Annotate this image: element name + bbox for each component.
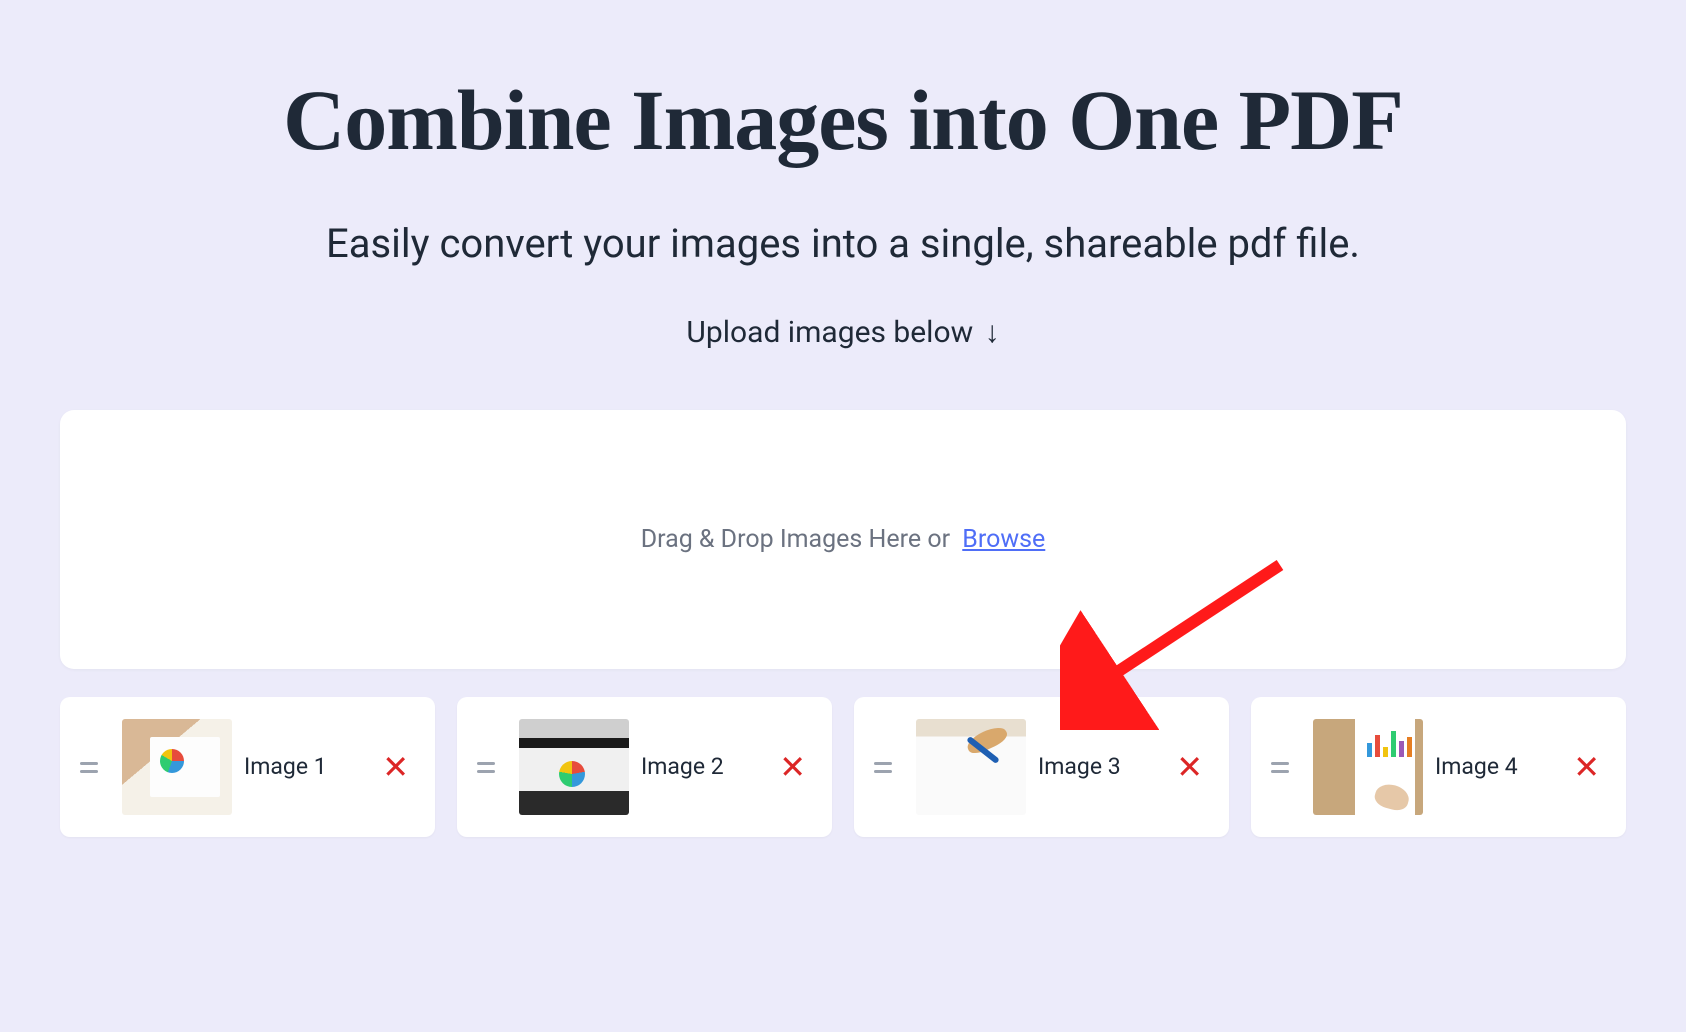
image-thumbnail <box>916 719 1026 815</box>
remove-button[interactable]: ✕ <box>773 751 812 783</box>
browse-link[interactable]: Browse <box>962 525 1045 554</box>
image-card[interactable]: Image 1 ✕ <box>60 697 435 837</box>
image-card-list: Image 1 ✕ Image 2 ✕ Image 3 ✕ <box>60 697 1626 837</box>
image-label: Image 2 <box>641 752 773 782</box>
drag-handle-icon[interactable] <box>477 762 495 773</box>
image-label: Image 1 <box>244 752 376 782</box>
remove-button[interactable]: ✕ <box>376 751 415 783</box>
image-thumbnail <box>1313 719 1423 815</box>
image-thumbnail <box>122 719 232 815</box>
page-title: Combine Images into One PDF <box>60 70 1626 170</box>
upload-instruction: Upload images below ↓ <box>60 315 1626 350</box>
image-card[interactable]: Image 2 ✕ <box>457 697 832 837</box>
dropzone[interactable]: Drag & Drop Images Here or Browse <box>60 410 1626 669</box>
remove-button[interactable]: ✕ <box>1567 751 1606 783</box>
page-subtitle: Easily convert your images into a single… <box>60 220 1626 267</box>
image-thumbnail <box>519 719 629 815</box>
drag-handle-icon[interactable] <box>1271 762 1289 773</box>
dropzone-text: Drag & Drop Images Here or <box>641 525 950 554</box>
dropzone-label: Drag & Drop Images Here or Browse <box>100 525 1586 554</box>
drag-handle-icon[interactable] <box>874 762 892 773</box>
instruction-text: Upload images below <box>686 315 973 350</box>
drag-handle-icon[interactable] <box>80 762 98 773</box>
image-card[interactable]: Image 3 ✕ <box>854 697 1229 837</box>
remove-button[interactable]: ✕ <box>1170 751 1209 783</box>
image-card[interactable]: Image 4 ✕ <box>1251 697 1626 837</box>
image-label: Image 3 <box>1038 752 1170 782</box>
arrow-down-icon: ↓ <box>985 315 1000 350</box>
image-label: Image 4 <box>1435 752 1567 782</box>
